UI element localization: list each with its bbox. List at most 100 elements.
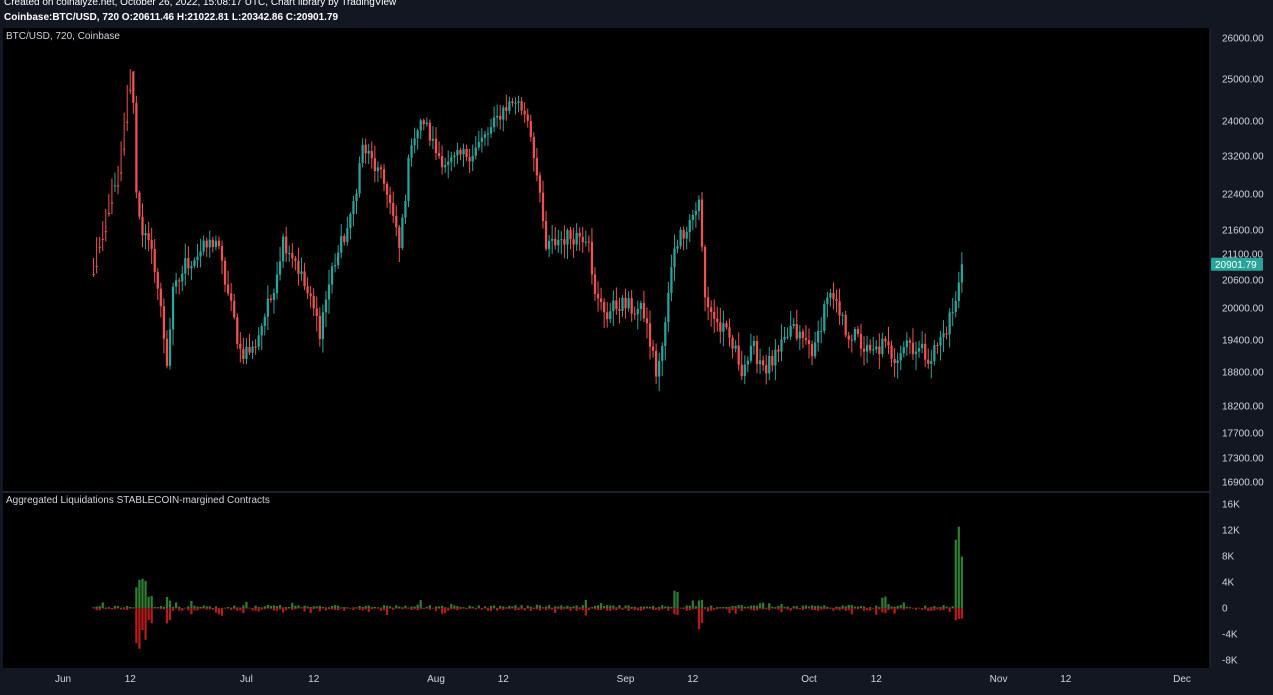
liquidation-short-bar [315, 608, 318, 609]
liquidation-short-bar [615, 608, 618, 611]
liquidation-long-bar [450, 603, 453, 608]
liquidation-short-bar [437, 608, 441, 609]
liquidation-long-bar [385, 605, 389, 608]
candle-body [630, 298, 633, 314]
candle-body [538, 175, 542, 193]
liquidation-short-bar [823, 608, 826, 610]
liquidation-short-bar [416, 608, 419, 611]
liquidation-short-bar [376, 608, 380, 609]
liquidation-long-bar [468, 605, 471, 608]
candle-body [199, 251, 202, 257]
candle-body [762, 360, 765, 366]
liquidation-short-bar [205, 608, 208, 610]
price-pane[interactable] [3, 28, 1210, 491]
liquidation-long-bar [905, 606, 908, 608]
candle-body [783, 336, 786, 340]
candle-body [731, 337, 734, 349]
liquidation-long-bar [379, 607, 383, 609]
liquidation-long-bar [777, 605, 780, 608]
liquidation-long-bar [700, 599, 704, 608]
price-axis-tick: 17700.00 [1222, 429, 1264, 440]
liquidation-short-bar [181, 608, 184, 611]
liquidation-short-bar [523, 608, 526, 611]
liquidation-short-bar [398, 608, 401, 609]
liquidation-short-bar [755, 608, 759, 611]
liquidation-short-bar [132, 608, 135, 609]
candle-body [523, 110, 526, 115]
liquidation-long-bar [318, 605, 321, 608]
liquidation-short-bar [107, 608, 110, 609]
liquidation-short-bar [587, 608, 590, 611]
liquidation-short-bar [596, 608, 600, 610]
liquidation-short-bar [312, 608, 315, 610]
liquidation-short-bar [532, 608, 535, 610]
trading-chart[interactable]: 26000.00 25000.00 24000.00 23200.00 22400.00… [0, 26, 1273, 695]
candle-body [202, 240, 205, 252]
liquidation-short-bar [202, 608, 205, 609]
liquidation-long-bar [924, 605, 927, 608]
candle-body [667, 292, 670, 323]
candle-body [606, 312, 609, 320]
liquidation-short-bar [593, 608, 597, 610]
candle-body [379, 167, 383, 170]
candle-body [187, 258, 190, 269]
price-axis-tick: 21600.00 [1222, 226, 1264, 237]
liquidation-short-bar [908, 608, 912, 609]
candle-body [862, 348, 866, 352]
liquidation-short-bar [278, 608, 282, 610]
liquidation-short-bar [184, 608, 187, 609]
liquidation-long-bar [939, 607, 942, 608]
liquidation-long-bar [389, 606, 392, 608]
liquidation-long-bar [245, 601, 248, 608]
candle-body [468, 157, 471, 162]
liquidation-long-bar [92, 607, 95, 608]
candle-body [587, 241, 590, 243]
candle-body [132, 71, 135, 103]
liquidation-long-bar [575, 605, 578, 608]
liquidation-short-bar [483, 608, 487, 609]
liquidation-long-bar [606, 605, 609, 608]
liquidation-short-bar [551, 608, 554, 610]
candle-body [113, 185, 117, 187]
liquidation-long-bar [116, 606, 120, 608]
liquidation-long-bar [642, 606, 646, 608]
candle-body [297, 260, 300, 274]
candle-body [661, 346, 664, 361]
time-axis-tick: 12 [1060, 674, 1072, 685]
candle-body [382, 169, 386, 184]
liquidation-long-bar [627, 605, 630, 608]
liquidation-long-bar [297, 605, 300, 608]
liquidation-long-bar [615, 607, 618, 608]
candle-body [786, 336, 789, 338]
candle-body [914, 351, 918, 355]
candle-body [957, 282, 960, 301]
liquidation-short-bar [667, 608, 670, 611]
liquidations-pane[interactable] [3, 493, 1210, 668]
liquidation-short-bar [431, 608, 435, 609]
candle-body [233, 300, 236, 318]
liquidation-long-bar [453, 605, 456, 608]
liquidation-short-bar [480, 608, 483, 610]
liquidation-long-bar [171, 606, 175, 608]
liquidation-long-bar [193, 605, 196, 608]
liquidation-short-bar [141, 608, 144, 631]
liquidation-short-bar [924, 608, 927, 610]
candle-body [752, 341, 756, 346]
candle-body [835, 299, 838, 302]
liquidation-short-bar [813, 608, 817, 611]
liquidation-short-bar [544, 608, 548, 611]
liquidation-short-bar [126, 608, 129, 611]
liquidation-short-bar [138, 608, 141, 649]
candle-body [116, 185, 120, 187]
liquidation-short-bar [590, 608, 594, 609]
liquidation-long-bar [425, 606, 428, 608]
liquidation-short-bar [116, 608, 120, 609]
liquidation-short-bar [453, 608, 456, 610]
liquidation-long-bar [330, 605, 334, 608]
candle-body [419, 120, 422, 131]
liquidation-long-bar [762, 602, 765, 608]
liquidation-long-bar [303, 605, 306, 608]
liquidation-short-bar [780, 608, 783, 613]
liquidation-short-bar [768, 608, 771, 611]
liquidation-long-bar [817, 605, 820, 608]
